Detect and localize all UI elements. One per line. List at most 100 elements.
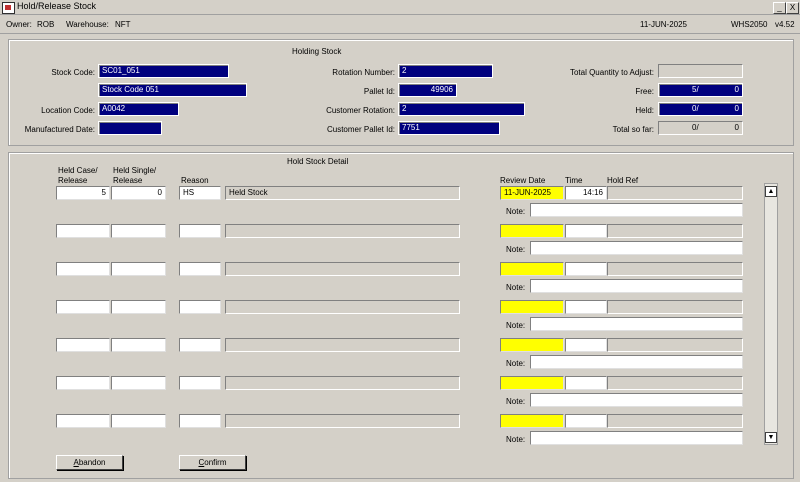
reason-code-input[interactable]	[179, 414, 221, 428]
free-cases: 5/	[692, 85, 699, 94]
held-single-input[interactable]	[111, 262, 166, 276]
reason-description-field	[225, 300, 460, 314]
note-label: Note:	[506, 359, 526, 368]
held-single-input[interactable]	[111, 224, 166, 238]
stock-description-field[interactable]: Stock Code 051	[98, 83, 247, 97]
total-so-far-field: 0/ 0	[658, 121, 743, 135]
time-input[interactable]: 14:16	[565, 186, 607, 200]
minimize-button[interactable]: _	[773, 2, 786, 14]
held-case-input[interactable]	[56, 376, 110, 390]
detail-scrollbar[interactable]: ▲ ▼	[764, 183, 778, 445]
time-input[interactable]	[565, 300, 607, 314]
held-single-input[interactable]	[111, 300, 166, 314]
col-held-single-line1: Held Single/	[113, 166, 157, 175]
customer-pallet-id-field[interactable]: 7751	[398, 121, 500, 135]
held-case-input[interactable]	[56, 224, 110, 238]
held-single-input[interactable]	[111, 414, 166, 428]
note-label: Note:	[506, 245, 526, 254]
note-input[interactable]	[530, 279, 743, 293]
confirm-button[interactable]: Confirm	[179, 455, 246, 470]
held-case-input[interactable]	[56, 262, 110, 276]
holding-stock-title: Holding Stock	[292, 47, 342, 56]
review-date-input[interactable]	[500, 338, 564, 352]
version: v4.52	[775, 20, 795, 29]
time-input[interactable]	[565, 224, 607, 238]
free-field: 5/ 0	[658, 83, 743, 97]
held-singles: 0	[734, 104, 739, 113]
abandon-button[interactable]: Abandon	[56, 455, 123, 470]
review-date-input[interactable]	[500, 376, 564, 390]
total-so-far-label: Total so far:	[612, 125, 654, 134]
hold-ref-field	[607, 338, 743, 352]
reason-code-input[interactable]	[179, 262, 221, 276]
reason-code-input[interactable]	[179, 224, 221, 238]
manufactured-date-label: Manufactured Date:	[24, 125, 95, 134]
time-input[interactable]	[565, 262, 607, 276]
location-code-field[interactable]: A0042	[98, 102, 179, 116]
note-input[interactable]	[530, 431, 743, 445]
note-label: Note:	[506, 435, 526, 444]
rotation-number-field[interactable]: 2	[398, 64, 493, 78]
reason-description-field: Held Stock	[225, 186, 460, 200]
scroll-up-button[interactable]: ▲	[765, 186, 777, 197]
warehouse-label: Warehouse:	[66, 20, 109, 29]
window-title: Hold/Release Stock	[17, 1, 97, 11]
time-input[interactable]	[565, 338, 607, 352]
total-so-far-singles: 0	[734, 123, 739, 132]
program-code: WHS2050	[731, 20, 768, 29]
stock-code-field[interactable]: SC01_051	[98, 64, 229, 78]
scroll-down-button[interactable]: ▼	[765, 432, 777, 443]
abandon-label: bandon	[78, 458, 106, 467]
free-label: Free:	[635, 87, 654, 96]
hold-stock-detail-panel	[8, 152, 794, 479]
reason-code-input[interactable]	[179, 376, 221, 390]
review-date-input[interactable]	[500, 262, 564, 276]
note-label: Note:	[506, 397, 526, 406]
reason-description-field	[225, 376, 460, 390]
owner-label: Owner:	[6, 20, 32, 29]
held-case-input[interactable]	[56, 338, 110, 352]
total-quantity-label: Total Quantity to Adjust:	[569, 68, 654, 77]
note-input[interactable]	[530, 203, 743, 217]
held-single-input[interactable]: 0	[111, 186, 166, 200]
held-case-input[interactable]	[56, 300, 110, 314]
note-label: Note:	[506, 207, 526, 216]
close-button[interactable]: X	[786, 2, 799, 14]
reason-description-field	[225, 338, 460, 352]
confirm-label: onfirm	[204, 458, 227, 467]
info-bar: Owner: ROB Warehouse: NFT 11-JUN-2025 WH…	[0, 15, 800, 34]
held-single-input[interactable]	[111, 338, 166, 352]
hold-ref-field	[607, 186, 743, 200]
owner-value: ROB	[37, 20, 55, 29]
held-case-input[interactable]	[56, 414, 110, 428]
customer-rotation-field[interactable]: 2	[398, 102, 525, 116]
review-date-input[interactable]	[500, 224, 564, 238]
free-singles: 0	[734, 85, 739, 94]
hold-stock-detail-title: Hold Stock Detail	[287, 157, 349, 166]
held-case-input[interactable]: 5	[56, 186, 110, 200]
reason-code-input[interactable]	[179, 300, 221, 314]
held-field: 0/ 0	[658, 102, 743, 116]
col-held-case-line2: Release	[58, 176, 88, 185]
time-input[interactable]	[565, 376, 607, 390]
location-code-label: Location Code:	[41, 106, 95, 115]
reason-code-input[interactable]: HS	[179, 186, 221, 200]
total-quantity-field	[658, 64, 743, 78]
hold-ref-field	[607, 224, 743, 238]
reason-code-input[interactable]	[179, 338, 221, 352]
app-icon	[2, 2, 15, 14]
manufactured-date-field[interactable]	[98, 121, 162, 135]
note-input[interactable]	[530, 241, 743, 255]
note-input[interactable]	[530, 317, 743, 331]
note-input[interactable]	[530, 355, 743, 369]
review-date-input[interactable]	[500, 300, 564, 314]
reason-description-field	[225, 262, 460, 276]
note-label: Note:	[506, 321, 526, 330]
review-date-input[interactable]	[500, 414, 564, 428]
pallet-id-field[interactable]: 49906	[398, 83, 457, 97]
note-label: Note:	[506, 283, 526, 292]
held-single-input[interactable]	[111, 376, 166, 390]
time-input[interactable]	[565, 414, 607, 428]
review-date-input[interactable]: 11-JUN-2025	[500, 186, 564, 200]
note-input[interactable]	[530, 393, 743, 407]
